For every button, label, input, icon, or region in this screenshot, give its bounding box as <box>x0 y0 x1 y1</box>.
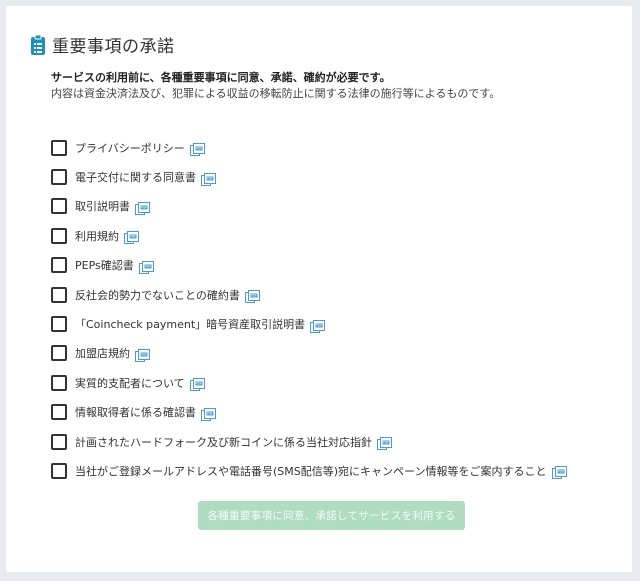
consent-item-label[interactable]: 当社がご登録メールアドレスや電話番号(SMS配信等)宛にキャンペーン情報等をご案… <box>75 463 547 479</box>
svg-text:PDF: PDF <box>196 147 202 151</box>
svg-text:PDF: PDF <box>383 441 389 445</box>
consent-item-label[interactable]: 利用規約 <box>75 228 119 244</box>
consent-checkbox[interactable] <box>51 462 67 479</box>
consent-checkbox[interactable] <box>51 169 67 186</box>
consent-checkbox[interactable] <box>51 316 67 333</box>
consent-item: 加盟店規約 PDF <box>51 339 567 368</box>
pdf-icon[interactable]: PDF <box>189 141 205 157</box>
consent-item-label[interactable]: 情報取得者に係る確認書 <box>75 404 196 420</box>
consent-checkbox[interactable] <box>51 404 67 421</box>
intro-legal-basis: 内容は資金決済法及び、犯罪による収益の移転防止に関する法律の施行等によるものです… <box>51 87 501 100</box>
consent-item-label[interactable]: 「Coincheck payment」暗号資産取引説明書 <box>75 316 305 332</box>
consent-checkbox[interactable] <box>51 286 67 303</box>
consent-checkbox[interactable] <box>51 257 67 274</box>
consent-checkbox[interactable] <box>51 227 67 244</box>
consent-item-label[interactable]: 計画されたハードフォーク及び新コインに係る当社対応指針 <box>75 434 372 450</box>
svg-text:PDF: PDF <box>141 353 147 357</box>
consent-item: 反社会的勢力でないことの確約書 PDF <box>51 280 567 309</box>
consent-item-label[interactable]: プライバシーポリシー <box>75 140 185 156</box>
agree-submit-button[interactable]: 各種重要事項に同意、承諾してサービスを利用する <box>198 501 465 530</box>
consent-list: プライバシーポリシー PDF 電子交付に関する同意書 PDF 取引説明書 PDF 利用規約 P… <box>51 133 567 486</box>
pdf-icon[interactable]: PDF <box>201 406 216 421</box>
pdf-icon[interactable]: PDF <box>244 288 260 304</box>
pdf-icon[interactable]: PDF <box>551 464 567 480</box>
section-header: 重要事項の承諾 <box>30 32 175 57</box>
page-title: 重要事項の承諾 <box>52 37 175 57</box>
pdf-icon[interactable]: PDF <box>201 171 216 186</box>
consent-item-label[interactable]: 実質的支配者について <box>75 375 185 391</box>
pdf-icon[interactable]: PDF <box>138 259 154 274</box>
svg-text:PDF: PDF <box>207 411 213 415</box>
pdf-icon[interactable]: PDF <box>135 200 150 215</box>
consent-item-label[interactable]: PEPs確認書 <box>75 257 134 273</box>
pdf-icon[interactable]: PDF <box>189 376 205 392</box>
consent-checkbox[interactable] <box>51 345 67 362</box>
consent-item: 計画されたハードフォーク及び新コインに係る当社対応指針 PDF <box>51 427 567 456</box>
consent-item: 取引説明書 PDF <box>51 192 567 221</box>
consent-item: 電子交付に関する同意書 PDF <box>51 162 567 191</box>
consent-item-label[interactable]: 取引説明書 <box>75 198 130 214</box>
consent-checkbox[interactable] <box>51 433 67 450</box>
svg-text:PDF: PDF <box>207 176 213 180</box>
consent-item-label[interactable]: 反社会的勢力でないことの確約書 <box>75 287 240 303</box>
pdf-icon[interactable]: PDF <box>310 318 326 333</box>
consent-item: PEPs確認書 PDF <box>51 251 567 280</box>
svg-text:PDF: PDF <box>251 294 257 298</box>
consent-item: 当社がご登録メールアドレスや電話番号(SMS配信等)宛にキャンペーン情報等をご案… <box>51 456 567 485</box>
consent-item-label[interactable]: 加盟店規約 <box>75 345 130 361</box>
consent-item-label[interactable]: 電子交付に関する同意書 <box>75 169 196 185</box>
pdf-icon[interactable]: PDF <box>124 229 139 245</box>
pdf-icon[interactable]: PDF <box>135 347 150 362</box>
consent-card: 重要事項の承諾 サービスの利用前に、各種重要事項に同意、承諾、確約が必要です。 … <box>6 6 632 572</box>
consent-checkbox[interactable] <box>51 139 67 156</box>
clipboard-list-icon <box>31 34 45 55</box>
consent-item: プライバシーポリシー PDF <box>51 133 567 162</box>
svg-text:PDF: PDF <box>196 382 202 386</box>
svg-text:PDF: PDF <box>145 264 151 268</box>
consent-item: 「Coincheck payment」暗号資産取引説明書 PDF <box>51 309 567 338</box>
consent-item: 実質的支配者について PDF <box>51 368 567 397</box>
svg-text:PDF: PDF <box>130 235 136 239</box>
pdf-icon[interactable]: PDF <box>377 435 392 451</box>
consent-checkbox[interactable] <box>51 198 67 215</box>
intro-text: サービスの利用前に、各種重要事項に同意、承諾、確約が必要です。 内容は資金決済法… <box>51 70 500 101</box>
intro-required-notice: サービスの利用前に、各種重要事項に同意、承諾、確約が必要です。 <box>51 71 391 84</box>
svg-text:PDF: PDF <box>316 323 322 327</box>
consent-item: 利用規約 PDF <box>51 221 567 250</box>
consent-checkbox[interactable] <box>51 374 67 391</box>
consent-item: 情報取得者に係る確認書 PDF <box>51 398 567 427</box>
svg-text:PDF: PDF <box>557 470 563 474</box>
svg-text:PDF: PDF <box>141 206 147 210</box>
